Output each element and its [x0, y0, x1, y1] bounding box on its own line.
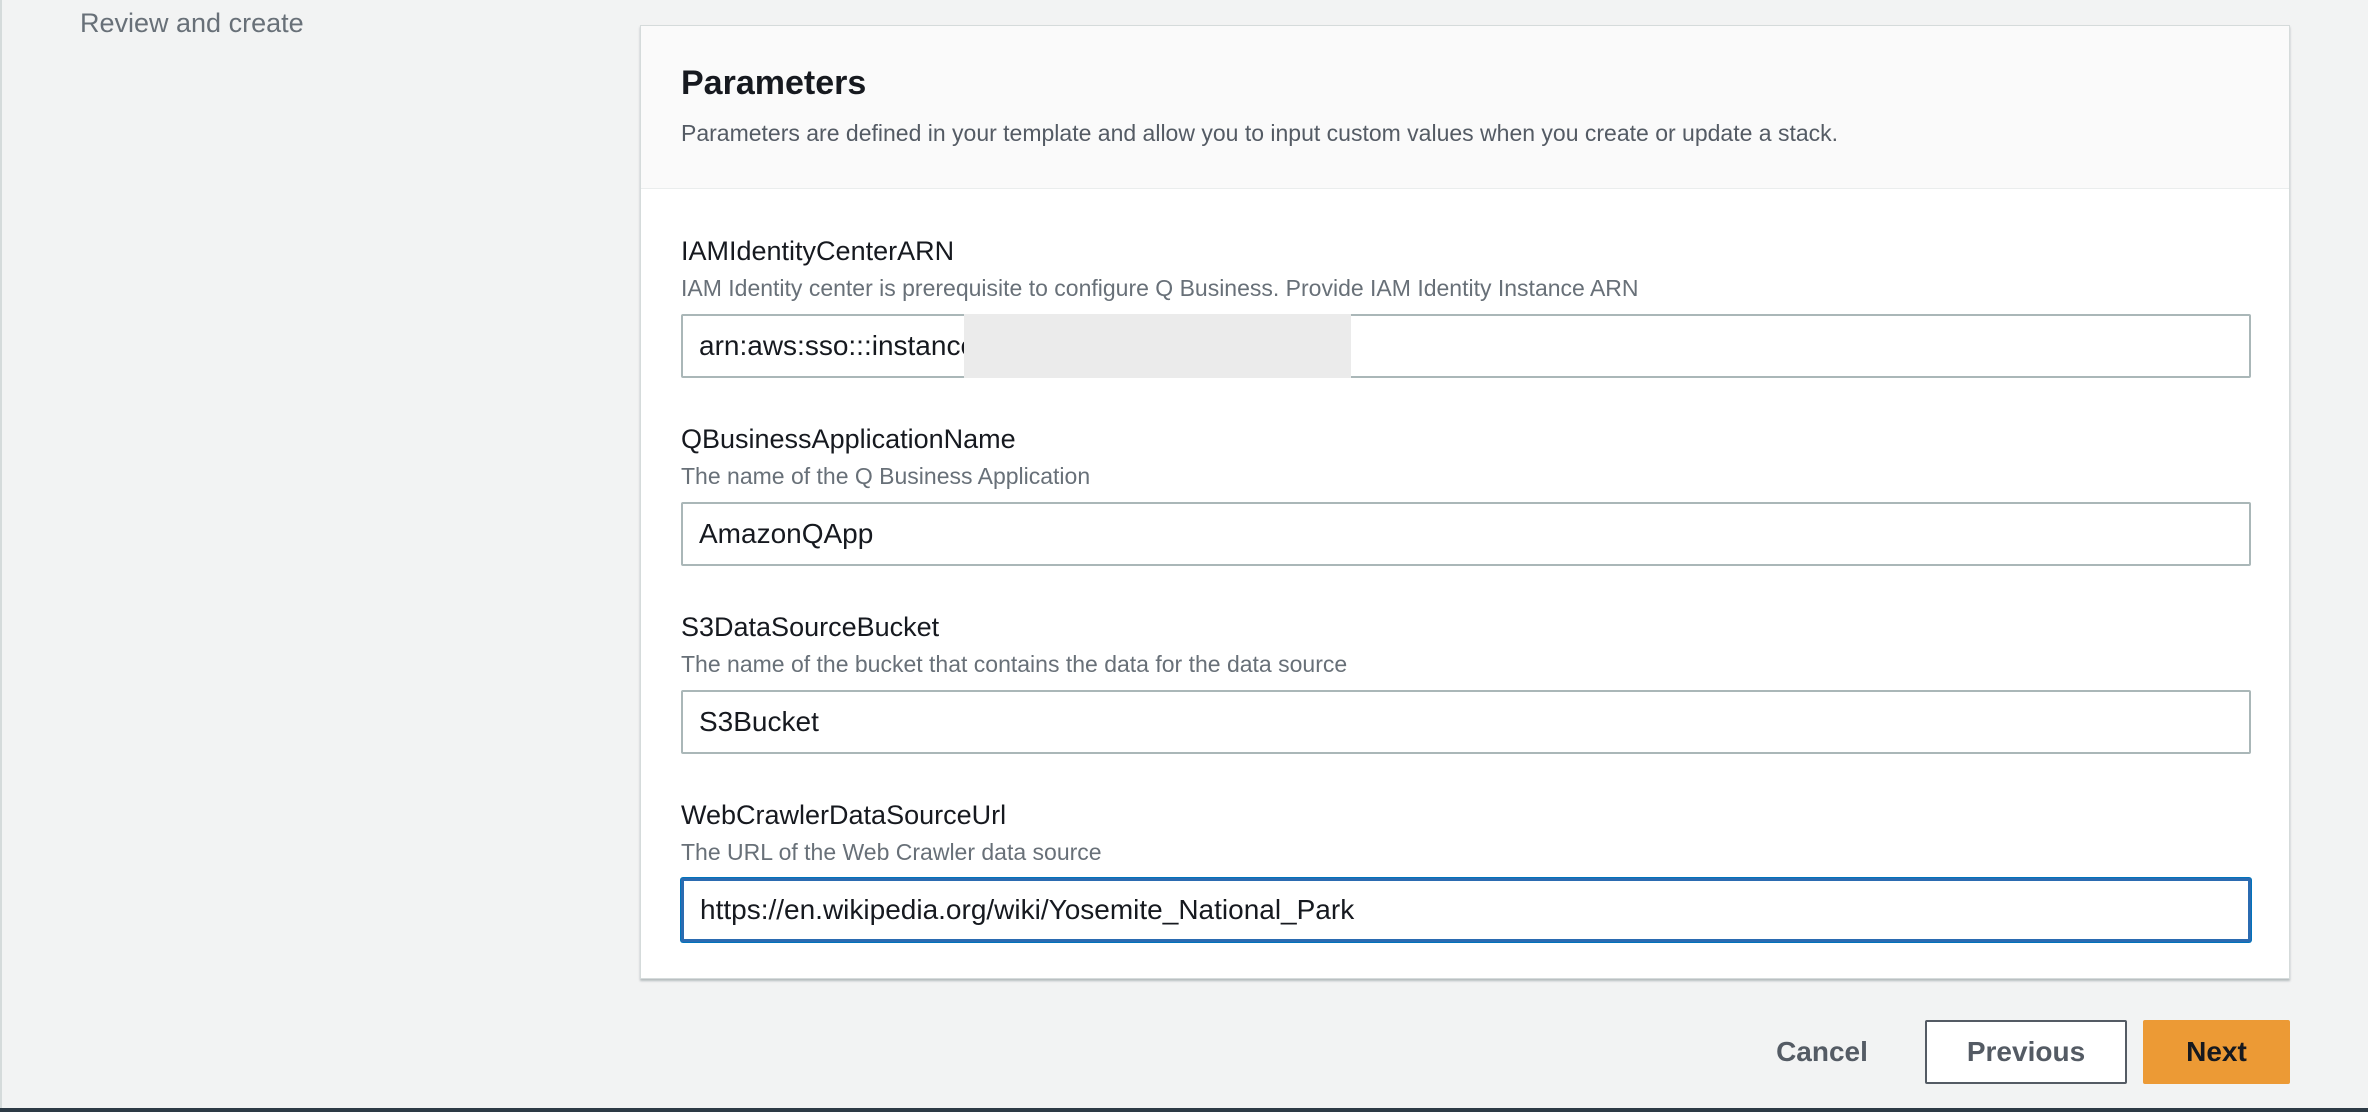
field-description: The name of the bucket that contains the…: [681, 651, 1348, 677]
left-edge-divider: [0, 0, 2, 1112]
field-web-crawler-data-source-url: WebCrawlerDataSourceUrl The URL of the W…: [681, 802, 2251, 942]
field-iam-identity-center-arn: IAMIdentityCenterARN IAM Identity center…: [681, 238, 2251, 378]
field-label: IAMIdentityCenterARN: [681, 236, 955, 266]
bottom-border: [0, 1108, 2368, 1112]
cancel-button[interactable]: Cancel: [1756, 1020, 1888, 1084]
web-crawler-data-source-url-input[interactable]: [681, 878, 2251, 942]
redacted-value-block: [964, 314, 1351, 378]
parameters-title: Parameters: [681, 64, 867, 102]
parameters-header: Parameters Parameters are defined in you…: [641, 26, 2289, 189]
field-label: WebCrawlerDataSourceUrl: [681, 800, 1007, 830]
field-description: The URL of the Web Crawler data source: [681, 839, 1102, 865]
field-description: The name of the Q Business Application: [681, 463, 1091, 489]
qbusiness-application-name-input[interactable]: [681, 502, 2251, 566]
iam-identity-center-arn-input[interactable]: [681, 314, 2251, 378]
field-label: S3DataSourceBucket: [681, 612, 940, 642]
field-s3-data-source-bucket: S3DataSourceBucket The name of the bucke…: [681, 614, 2251, 754]
nav-step-review-and-create[interactable]: Review and create: [80, 8, 304, 39]
previous-button[interactable]: Previous: [1925, 1020, 2127, 1084]
s3-data-source-bucket-input[interactable]: [681, 690, 2251, 754]
parameters-panel: Parameters Parameters are defined in you…: [640, 25, 2290, 979]
next-button[interactable]: Next: [2143, 1020, 2290, 1084]
field-qbusiness-application-name: QBusinessApplicationName The name of the…: [681, 426, 2251, 566]
field-description: IAM Identity center is prerequisite to c…: [681, 275, 1639, 301]
field-label: QBusinessApplicationName: [681, 424, 1016, 454]
parameters-description: Parameters are defined in your template …: [681, 120, 1839, 146]
